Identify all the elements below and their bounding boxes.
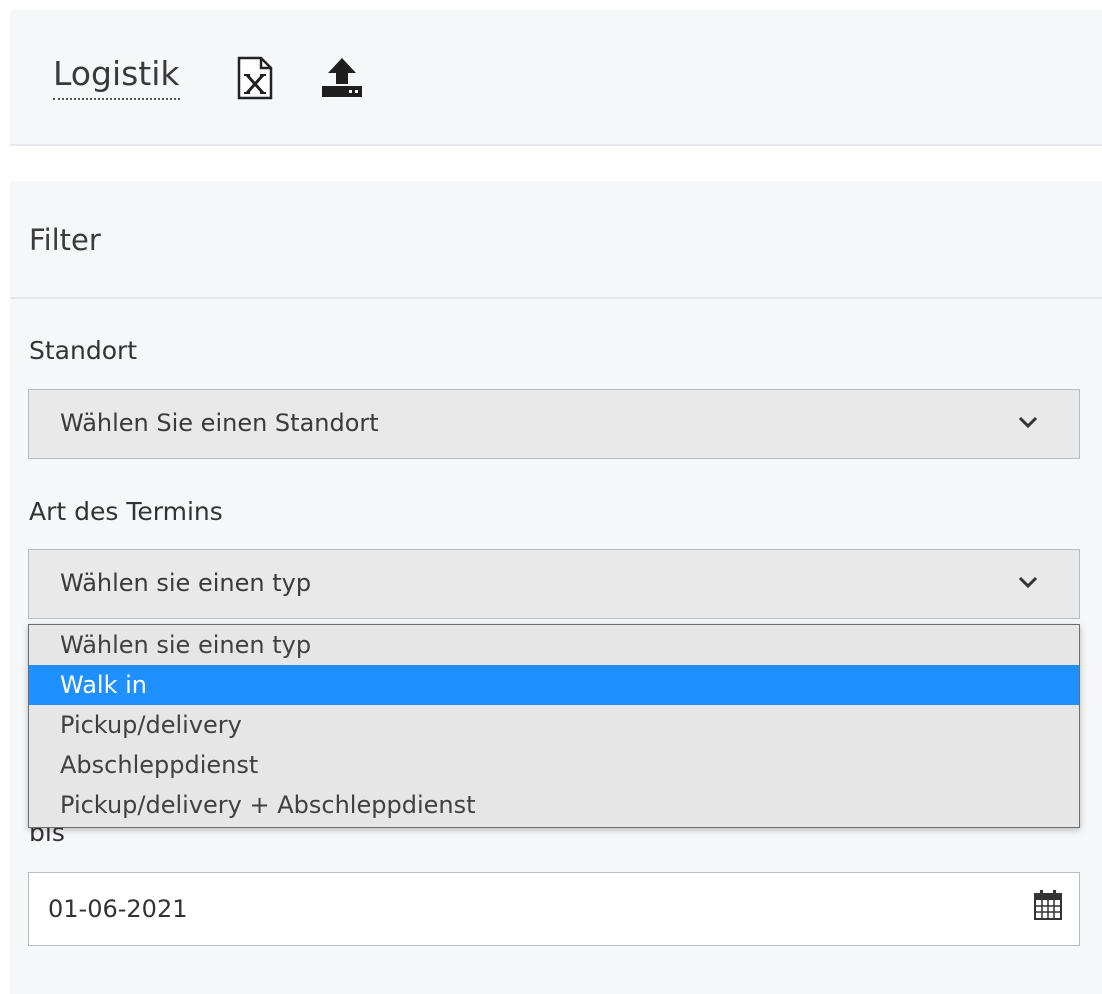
filter-title: Filter	[29, 223, 101, 257]
dropdown-option[interactable]: Abschleppdienst	[29, 745, 1079, 785]
bis-date-value: 01-06-2021	[48, 895, 188, 923]
chevron-down-icon	[1017, 574, 1039, 590]
termin-art-label: Art des Termins	[29, 497, 223, 526]
chevron-down-icon	[1017, 414, 1039, 430]
page-header: Logistik	[10, 10, 1102, 146]
standort-label: Standort	[29, 336, 138, 365]
dropdown-option[interactable]: Pickup/delivery	[29, 705, 1079, 745]
termin-art-select[interactable]: Wählen sie einen typ	[28, 549, 1080, 619]
page-title[interactable]: Logistik	[53, 54, 180, 100]
bis-date-input[interactable]: 01-06-2021	[28, 872, 1080, 946]
standort-select[interactable]: Wählen Sie einen Standort	[28, 389, 1080, 459]
dropdown-option-highlighted[interactable]: Walk in	[29, 665, 1079, 705]
upload-icon[interactable]	[320, 56, 364, 98]
filter-panel: Filter Standort Wählen Sie einen Standor…	[10, 181, 1102, 994]
termin-art-dropdown-list: Wählen sie einen typ Walk in Pickup/deli…	[28, 624, 1080, 828]
calendar-icon[interactable]	[1033, 889, 1063, 921]
termin-art-selected-value: Wählen sie einen typ	[60, 569, 312, 597]
dropdown-option[interactable]: Wählen sie einen typ	[29, 625, 1079, 665]
standort-selected-value: Wählen Sie einen Standort	[60, 409, 379, 437]
filter-panel-header: Filter	[10, 181, 1102, 299]
dropdown-option[interactable]: Pickup/delivery + Abschleppdienst	[29, 785, 1079, 825]
excel-export-icon[interactable]	[236, 56, 274, 100]
